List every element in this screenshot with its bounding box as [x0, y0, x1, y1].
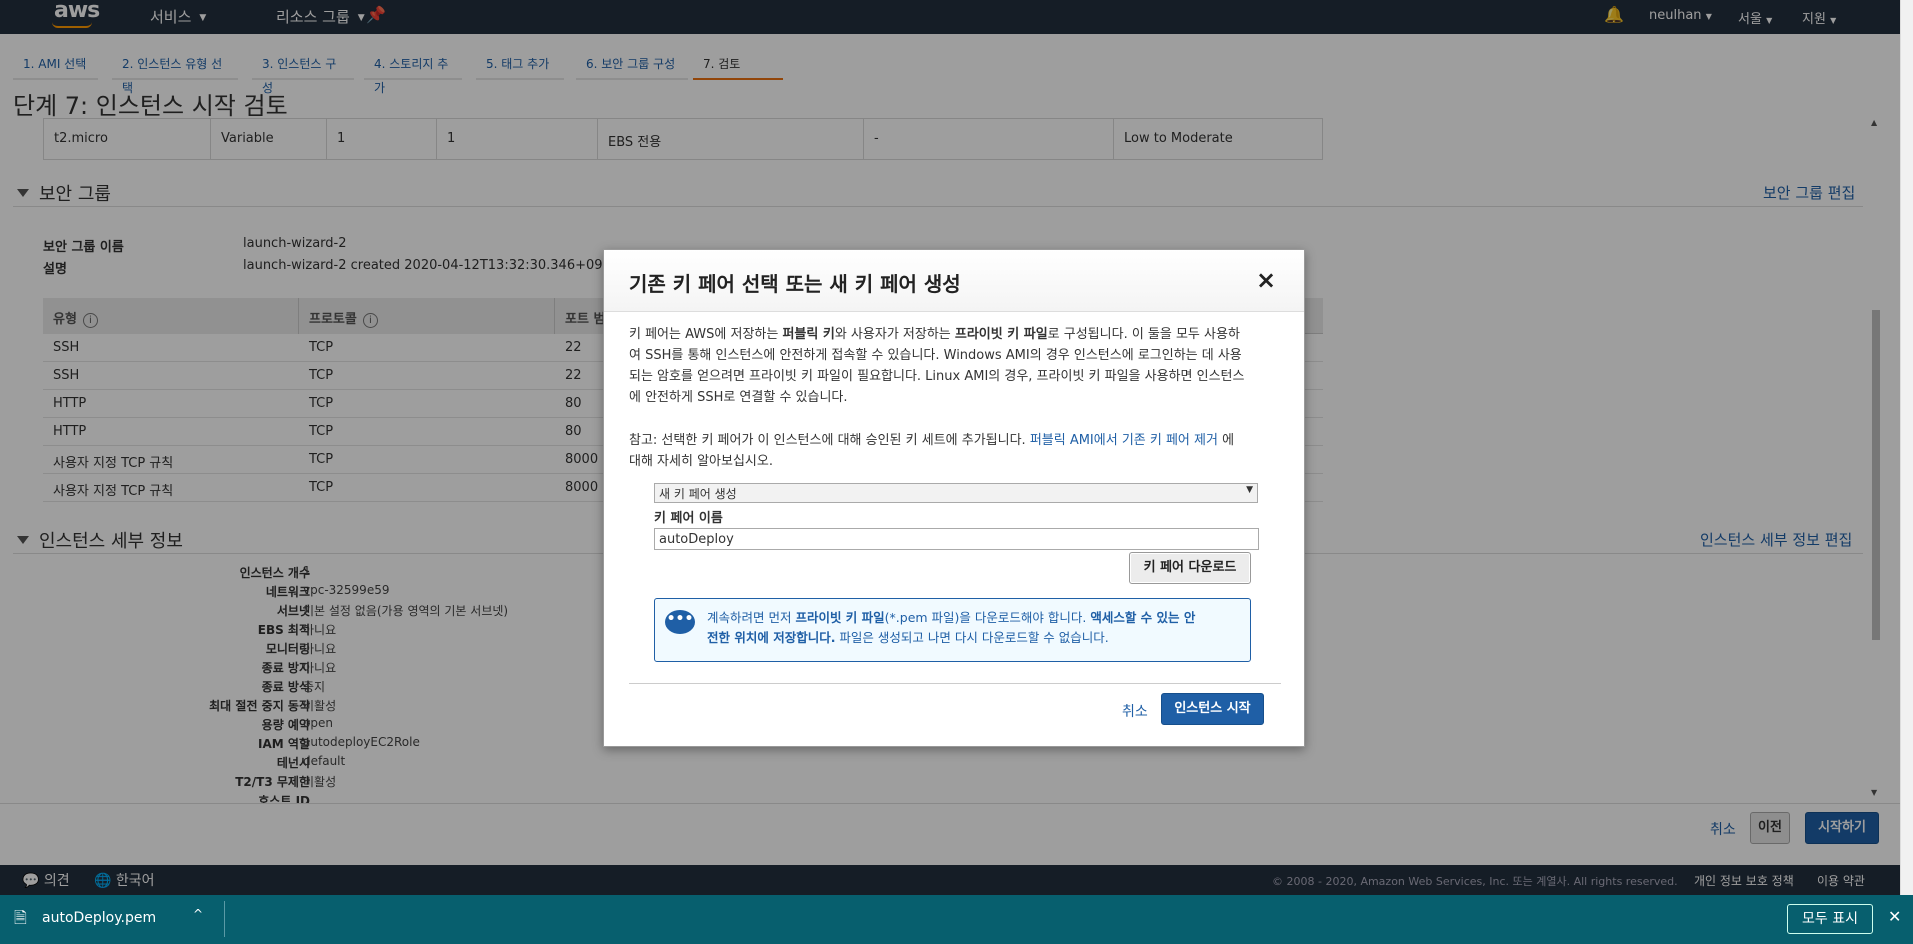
- close-icon[interactable]: ×: [1256, 266, 1276, 294]
- chevron-down-icon: ▼: [1246, 485, 1253, 495]
- show-all-button[interactable]: 모두 표시: [1787, 904, 1873, 934]
- note-text: 에: [1217, 433, 1235, 448]
- key-pair-dialog: 기존 키 페어 선택 또는 새 키 페어 생성 × 키 페어는 AWS에 저장하…: [603, 249, 1305, 747]
- note-text: 참고: 선택한 키 페어가 이 인스턴스에 대해 승인된 키 세트에 추가됩니다…: [629, 433, 1030, 448]
- alert-bold: 프라이빗 키 파일: [795, 610, 885, 625]
- download-bar: 🗎 autoDeploy.pem ^ 모두 표시 ✕: [0, 895, 1913, 944]
- alert-part: 파일은 생성되고 나면 다시 다운로드할 수 없습니다.: [835, 630, 1109, 645]
- download-key-pair-button[interactable]: 키 페어 다운로드: [1129, 552, 1251, 584]
- desc-bold: 퍼블릭 키: [782, 327, 835, 342]
- alert-text: 계속하려면 먼저 프라이빗 키 파일(*.pem 파일)을 다운로드해야 합니다…: [707, 608, 1247, 648]
- dialog-description: 키 페어는 AWS에 저장하는 퍼블릭 키와 사용자가 저장하는 프라이빗 키 …: [629, 324, 1289, 408]
- alert-bold: 액세스할 수 있는 안: [1090, 610, 1196, 625]
- alert-bold: 전한 위치에 저장합니다.: [707, 630, 836, 645]
- alert-part: 계속하려면 먼저: [707, 610, 796, 625]
- key-name-label: 키 페어 이름: [654, 511, 723, 526]
- download-file-name[interactable]: autoDeploy.pem: [42, 910, 156, 926]
- divider: [224, 901, 225, 937]
- desc-line: 여 SSH를 통해 인스턴스에 안전하게 접속할 수 있습니다. Windows…: [629, 348, 1242, 363]
- download-warning-alert: ••• 계속하려면 먼저 프라이빗 키 파일(*.pem 파일)을 다운로드해야…: [654, 598, 1251, 662]
- desc-bold: 프라이빗 키 파일: [954, 327, 1048, 342]
- key-name-input[interactable]: autoDeploy: [654, 528, 1259, 550]
- remove-key-pair-link[interactable]: 퍼블릭 AMI에서 기존 키 페어 제거: [1030, 433, 1218, 448]
- desc-line: 에 안전하게 SSH로 연결할 수 있습니다.: [629, 390, 848, 405]
- info-bubble-icon: •••: [665, 610, 695, 634]
- note-line: 대해 자세히 알아보십시오.: [629, 454, 773, 469]
- divider: [629, 683, 1281, 684]
- page-scrollbar[interactable]: [1900, 0, 1913, 895]
- dialog-title: 기존 키 페어 선택 또는 새 키 페어 생성: [629, 272, 961, 296]
- desc-text: 로 구성됩니다. 이 둘을 모두 사용하: [1047, 327, 1240, 342]
- file-icon: 🗎: [14, 908, 27, 927]
- key-pair-option-select[interactable]: 새 키 페어 생성 ▼: [654, 483, 1258, 503]
- close-icon[interactable]: ✕: [1888, 907, 1901, 926]
- launch-instance-button[interactable]: 인스턴스 시작: [1161, 693, 1264, 725]
- select-value: 새 키 페어 생성: [659, 487, 737, 501]
- dialog-cancel-link[interactable]: 취소: [1122, 701, 1148, 721]
- desc-text: 와 사용자가 저장하는: [834, 327, 955, 342]
- dialog-note: 참고: 선택한 키 페어가 이 인스턴스에 대해 승인된 키 세트에 추가됩니다…: [629, 430, 1289, 472]
- alert-part: (*.pem 파일)을 다운로드해야 합니다.: [884, 610, 1091, 625]
- desc-line: 되는 암호를 얻으려면 프라이빗 키 파일이 필요합니다. Linux AMI의…: [629, 369, 1245, 384]
- chevron-up-icon[interactable]: ^: [193, 907, 203, 921]
- desc-text: 키 페어는 AWS에 저장하는: [629, 327, 783, 342]
